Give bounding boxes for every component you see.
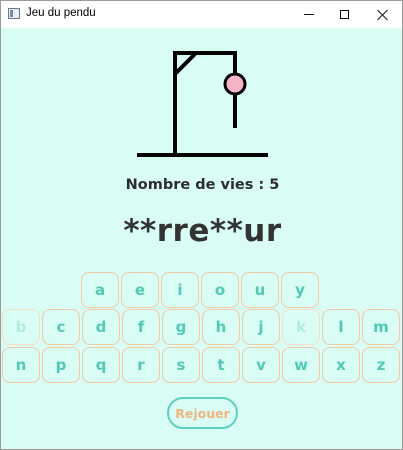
key-p[interactable]: p: [42, 347, 80, 383]
key-g[interactable]: g: [162, 309, 200, 345]
key-t[interactable]: t: [202, 347, 240, 383]
app-window: Jeu du pendu Nombre de vies : 5 **rre**u…: [0, 0, 403, 450]
masked-word: **rre**ur: [123, 213, 282, 249]
key-z[interactable]: z: [362, 347, 400, 383]
lives-counter: Nombre de vies : 5: [125, 177, 280, 193]
key-r[interactable]: r: [122, 347, 160, 383]
close-button[interactable]: [360, 1, 403, 28]
key-i[interactable]: i: [161, 272, 199, 308]
key-v[interactable]: v: [242, 347, 280, 383]
hangman-head: [223, 72, 247, 96]
key-w[interactable]: w: [282, 347, 320, 383]
key-k[interactable]: k: [282, 309, 320, 345]
key-a[interactable]: a: [81, 272, 119, 308]
key-m[interactable]: m: [362, 309, 400, 345]
key-x[interactable]: x: [322, 347, 360, 383]
key-f[interactable]: f: [122, 309, 160, 345]
key-u[interactable]: u: [241, 272, 279, 308]
replay-button[interactable]: Rejouer: [167, 397, 238, 429]
key-l[interactable]: l: [322, 309, 360, 345]
minimize-icon: [304, 14, 314, 15]
window-title: Jeu du pendu: [26, 7, 96, 19]
key-d[interactable]: d: [82, 309, 120, 345]
close-icon: [377, 9, 389, 21]
key-o[interactable]: o: [201, 272, 239, 308]
key-h[interactable]: h: [202, 309, 240, 345]
hangman-drawing: [137, 51, 268, 157]
key-e[interactable]: e: [121, 272, 159, 308]
app-icon: [8, 8, 20, 19]
key-j[interactable]: j: [242, 309, 280, 345]
key-q[interactable]: q: [82, 347, 120, 383]
title-bar[interactable]: Jeu du pendu: [1, 1, 402, 28]
key-b[interactable]: b: [2, 309, 40, 345]
gallows-brace: [173, 52, 197, 76]
key-s[interactable]: s: [162, 347, 200, 383]
key-n[interactable]: n: [2, 347, 40, 383]
maximize-icon: [339, 10, 349, 19]
key-y[interactable]: y: [281, 272, 319, 308]
key-c[interactable]: c: [42, 309, 80, 345]
